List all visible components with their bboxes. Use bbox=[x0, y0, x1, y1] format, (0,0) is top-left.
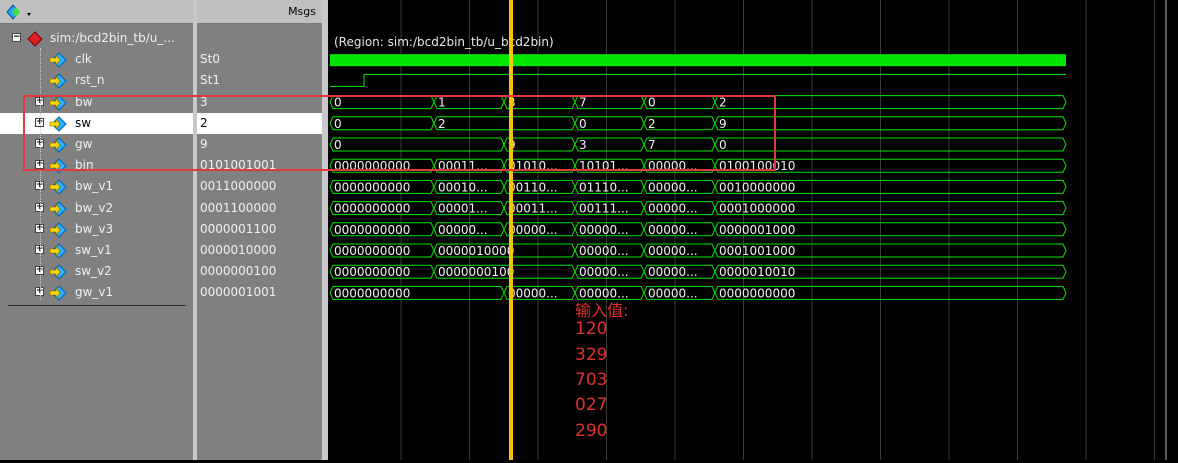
bus-value: 0000000000 bbox=[334, 223, 410, 237]
note-title: 输入值: bbox=[575, 301, 629, 320]
bus-value: 00110... bbox=[508, 180, 558, 194]
bus-value: 0000000000 bbox=[334, 244, 410, 258]
signal-values-pane: Msgs St0 St1 3 2 9 0101001001 0011000000 000110… bbox=[197, 0, 322, 460]
note-value: 120 bbox=[575, 319, 608, 339]
bus-value: 0000000000 bbox=[334, 265, 410, 279]
bus-value: 0000000100 bbox=[438, 265, 514, 279]
bus-value: 00000... bbox=[648, 202, 698, 216]
signal-icon bbox=[49, 285, 67, 302]
signal-name: gw_v1 bbox=[75, 285, 114, 300]
signal-icon bbox=[49, 52, 67, 68]
waveform-canvas[interactable]: (Region: sim:/bcd2bin_tb/u_bcd2bin)01370… bbox=[328, 0, 1178, 460]
bus-value: 0000000000 bbox=[334, 286, 410, 300]
toolbar-diamond-icon[interactable] bbox=[5, 4, 33, 23]
signal-row[interactable]: + bw_v1 bbox=[0, 176, 193, 197]
signal-icon bbox=[49, 243, 67, 259]
signal-name: sim:/bcd2bin_tb/u_... bbox=[50, 31, 175, 45]
note-value: 027 bbox=[575, 395, 608, 415]
bus-value: 0001001000 bbox=[719, 244, 795, 258]
signal-row[interactable]: + sw_v1 bbox=[0, 240, 193, 261]
note-value: 703 bbox=[575, 370, 608, 390]
highlight-box bbox=[23, 95, 776, 171]
instance-icon bbox=[26, 31, 43, 47]
msgs-label: Msgs bbox=[288, 5, 316, 18]
bus-value: 00000... bbox=[508, 223, 558, 237]
names-header bbox=[0, 0, 193, 24]
signal-icon bbox=[49, 200, 67, 217]
region-label: (Region: sim:/bcd2bin_tb/u_bcd2bin) bbox=[334, 35, 554, 49]
bus-value: 00001... bbox=[438, 202, 488, 216]
values-header: Msgs bbox=[197, 0, 322, 24]
clk-wave bbox=[330, 54, 1066, 67]
signal-name: rst_n bbox=[75, 73, 105, 88]
signal-name: sw_v1 bbox=[75, 243, 112, 257]
bus-value: 0001000000 bbox=[719, 202, 795, 216]
bus-value: 00010... bbox=[438, 180, 488, 194]
signal-name: bw_v1 bbox=[75, 179, 114, 194]
bus-value: 00000... bbox=[648, 265, 698, 279]
bus-value: 0000000000 bbox=[334, 180, 410, 194]
signal-row[interactable]: + gw_v1 bbox=[0, 282, 193, 303]
bus-value: 00000... bbox=[508, 286, 558, 300]
signal-value: 0000010000 bbox=[200, 243, 277, 257]
bus-value: 0000001000 bbox=[719, 223, 795, 237]
wave-window[interactable]: (Region: sim:/bcd2bin_tb/u_bcd2bin)01370… bbox=[328, 0, 1178, 460]
bus-value: 0000010010 bbox=[719, 265, 795, 279]
time-cursor bbox=[509, 0, 513, 460]
signal-icon bbox=[49, 222, 67, 238]
signal-value: 0000001001 bbox=[200, 285, 277, 300]
signal-name: bw_v3 bbox=[75, 221, 114, 236]
bus-value: 00000... bbox=[579, 265, 629, 279]
signal-row[interactable]: + sw_v2 bbox=[0, 261, 193, 282]
bus-value: 00000... bbox=[579, 223, 629, 237]
bus-value: 0000010000 bbox=[438, 244, 514, 258]
signal-row[interactable]: + bw_v3 bbox=[0, 219, 193, 240]
signal-value bbox=[197, 28, 322, 49]
signal-names-pane: − sim:/bcd2bin_tb/u_... clk rst_n + bw + sw + gw +… bbox=[0, 0, 193, 460]
bus-value: 00000... bbox=[438, 223, 488, 237]
rst-wave bbox=[330, 73, 1066, 87]
bus-value: 00111... bbox=[579, 202, 629, 216]
list-end-line bbox=[8, 305, 186, 306]
signal-value: 0011000000 bbox=[200, 179, 277, 194]
signal-name: sw_v2 bbox=[75, 264, 112, 279]
signal-row[interactable]: − sim:/bcd2bin_tb/u_... bbox=[0, 28, 193, 49]
bus-value: 01110... bbox=[579, 180, 629, 194]
signal-value: 0000001100 bbox=[200, 221, 277, 236]
bus-value: 00011... bbox=[508, 202, 558, 216]
signal-value: 0001100000 bbox=[200, 200, 277, 215]
signal-name: clk bbox=[75, 52, 92, 67]
tree-line bbox=[40, 48, 42, 300]
bus-value: 0000000000 bbox=[334, 202, 410, 216]
bus-value: 00000... bbox=[648, 244, 698, 258]
bus-value: 0010000000 bbox=[719, 180, 795, 194]
signal-icon bbox=[49, 73, 67, 90]
collapse-icon[interactable]: − bbox=[12, 33, 21, 42]
signal-row[interactable]: + bw_v2 bbox=[0, 198, 193, 219]
signal-value: St1 bbox=[200, 73, 220, 88]
signal-value: 0000000100 bbox=[200, 264, 277, 279]
bus-value: 00000... bbox=[648, 286, 698, 300]
signal-row[interactable]: rst_n bbox=[0, 70, 193, 91]
signal-icon bbox=[49, 264, 67, 280]
signal-value: St0 bbox=[200, 52, 220, 67]
note-value: 329 bbox=[575, 345, 608, 365]
bus-value: 00000... bbox=[648, 180, 698, 194]
signal-row[interactable]: clk bbox=[0, 49, 193, 70]
bus-value: 00000... bbox=[648, 223, 698, 237]
bus-value: 0000000000 bbox=[719, 286, 795, 300]
bus-value: 00000... bbox=[579, 244, 629, 258]
signal-icon bbox=[49, 179, 67, 196]
signal-name: bw_v2 bbox=[75, 200, 114, 215]
note-value: 290 bbox=[575, 421, 608, 441]
